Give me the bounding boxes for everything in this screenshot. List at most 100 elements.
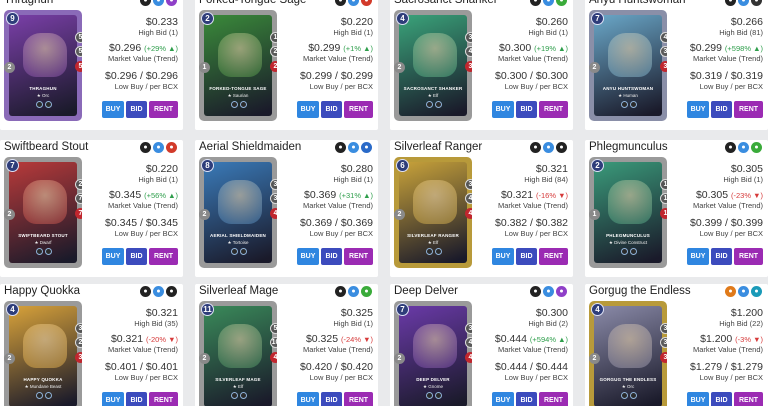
rent-button[interactable]: RENT (539, 392, 568, 406)
neutral-icon: ● (140, 0, 151, 6)
market-card-grid: Thraghun ● ● ● THRAGHUN ★ Orc 9 5 5 5 2 $0… (0, 0, 768, 406)
card-title[interactable]: Aerial Shieldmaiden (199, 141, 301, 153)
buy-button[interactable]: BUY (492, 248, 514, 265)
card-image[interactable]: GORGUG THE ENDLESS ★ Orc 4 3 3 3 2 (589, 301, 667, 406)
market-card[interactable]: Forked-Tongue Sage ● ● ● FORKED-TONGUE SAG… (195, 0, 378, 130)
market-value-label: Market Value (Trend) (497, 54, 568, 63)
bid-button[interactable]: BID (516, 101, 537, 118)
rent-button[interactable]: RENT (344, 248, 373, 265)
card-image[interactable]: SWIFTBEARD STOUT ★ Dwarf 7 2 7 7 2 (4, 157, 82, 268)
market-card[interactable]: Happy Quokka ● ● ● HAPPY QUOKKA ★ Mundane … (0, 284, 183, 406)
buy-button[interactable]: BUY (297, 392, 319, 406)
card-title[interactable]: Gorgug the Endless (589, 285, 691, 297)
market-card[interactable]: Swiftbeard Stout ● ● ● SWIFTBEARD STOUT ★ … (0, 140, 183, 277)
card-title[interactable]: Silverleaf Mage (199, 285, 278, 297)
top-price: $0.220 (145, 163, 178, 175)
card-title[interactable]: Anyu Huntswoman (589, 0, 686, 6)
market-card[interactable]: Sacrosanct Shanker ● ● ● SACROSANCT SHANKE… (390, 0, 573, 130)
market-card[interactable]: Thraghun ● ● ● THRAGHUN ★ Orc 9 5 5 5 2 $0… (0, 0, 183, 130)
bid-button[interactable]: BID (711, 248, 732, 265)
buy-button[interactable]: BUY (102, 392, 124, 406)
market-card[interactable]: Phlegmunculus ● ● ● PHLEGMUNCULUS ★ Divine… (585, 140, 768, 277)
buy-button[interactable]: BUY (687, 248, 709, 265)
card-image[interactable]: SILVERLEAF MAGE ★ Elf 11 5 10 4 2 (199, 301, 277, 406)
card-title[interactable]: Phlegmunculus (589, 141, 668, 153)
bid-button[interactable]: BID (321, 248, 342, 265)
card-title[interactable]: Sacrosanct Shanker (394, 0, 498, 6)
top-price: $1.200 (730, 307, 763, 319)
mana-cost: 7 (591, 12, 604, 25)
rent-button[interactable]: RENT (734, 248, 763, 265)
card-image[interactable]: THRAGHUN ★ Orc 9 5 5 5 2 (4, 10, 82, 121)
market-card[interactable]: Anyu Huntswoman ● ● ● ANYU HUNTSWOMAN ★ Hu… (585, 0, 768, 130)
ability-icon (435, 101, 442, 108)
market-value: $0.299 (+1% ▲) (273, 43, 373, 54)
rent-button[interactable]: RENT (734, 101, 763, 118)
ability-icons (621, 248, 637, 255)
bid-button[interactable]: BID (126, 248, 147, 265)
buy-button[interactable]: BUY (687, 392, 709, 406)
trend-change: (-16% ▼) (535, 191, 568, 200)
neutral-icon: ● (140, 142, 151, 153)
card-image[interactable]: SILVERLEAF RANGER ★ Elf 6 3 4 4 2 (394, 157, 472, 268)
buy-button[interactable]: BUY (492, 392, 514, 406)
trend-change: (-23% ▼) (730, 191, 763, 200)
bid-button[interactable]: BID (516, 248, 537, 265)
market-card[interactable]: Silverleaf Ranger ● ● ● SILVERLEAF RANGER … (390, 140, 573, 277)
card-image[interactable]: SACROSANCT SHANKER ★ Elf 4 3 4 3 2 (394, 10, 472, 121)
rent-button[interactable]: RENT (149, 101, 178, 118)
card-title[interactable]: Silverleaf Ranger (394, 141, 482, 153)
bid-button[interactable]: BID (126, 101, 147, 118)
market-card[interactable]: Silverleaf Mage ● ● ● SILVERLEAF MAGE ★ El… (195, 284, 378, 406)
card-art-title: PHLEGMUNCULUS (606, 233, 650, 238)
buy-button[interactable]: BUY (102, 101, 124, 118)
ability-icons (231, 248, 247, 255)
top-price: $0.280 (340, 163, 373, 175)
card-type-label: Dwarf (39, 240, 52, 245)
market-card[interactable]: Deep Delver ● ● ● DEEP DELVER ★ Gnome 7 3 … (390, 284, 573, 406)
market-card[interactable]: Gorgug the Endless ● ● ● GORGUG THE ENDLES… (585, 284, 768, 406)
buy-button[interactable]: BUY (297, 101, 319, 118)
card-image[interactable]: PHLEGMUNCULUS ★ Divine Construct 2 1 1 1… (589, 157, 667, 268)
buy-button[interactable]: BUY (492, 101, 514, 118)
card-title[interactable]: Happy Quokka (4, 285, 80, 297)
bid-button[interactable]: BID (516, 392, 537, 406)
card-title[interactable]: Forked-Tongue Sage (199, 0, 306, 6)
water-icon: ● (348, 142, 359, 153)
mana-cost: 11 (201, 303, 214, 316)
card-image[interactable]: DEEP DELVER ★ Gnome 7 3 4 4 2 (394, 301, 472, 406)
rent-button[interactable]: RENT (344, 101, 373, 118)
buy-button[interactable]: BUY (102, 248, 124, 265)
card-title[interactable]: Swiftbeard Stout (4, 141, 88, 153)
armor-stat: 2 (589, 353, 600, 364)
death-icon: ● (166, 0, 177, 6)
market-card[interactable]: Aerial Shieldmaiden ● ● ● AERIAL SHIELDMAI… (195, 140, 378, 277)
card-image[interactable]: FORKED-TONGUE SAGE ★ Saurian 2 1 2 2 1 (199, 10, 277, 121)
card-image[interactable]: HAPPY QUOKKA ★ Mundane Beast 4 3 2 3 2 (4, 301, 82, 406)
card-title[interactable]: Deep Delver (394, 285, 458, 297)
rent-button[interactable]: RENT (734, 392, 763, 406)
market-value-label: Market Value (Trend) (497, 201, 568, 210)
rent-button[interactable]: RENT (149, 248, 178, 265)
card-type-label: Elf (238, 384, 244, 389)
card-image[interactable]: AERIAL SHIELDMAIDEN ★ Tortoise 8 3 3 4 2 (199, 157, 277, 268)
ability-icon (45, 392, 52, 399)
water-icon: ● (153, 286, 164, 297)
buy-button[interactable]: BUY (297, 248, 319, 265)
card-title[interactable]: Thraghun (4, 0, 53, 6)
bid-button[interactable]: BID (711, 101, 732, 118)
bid-button[interactable]: BID (711, 392, 732, 406)
rent-button[interactable]: RENT (539, 248, 568, 265)
death-icon: ● (556, 286, 567, 297)
rent-button[interactable]: RENT (344, 392, 373, 406)
bid-button[interactable]: BID (126, 392, 147, 406)
bid-button[interactable]: BID (321, 392, 342, 406)
buy-button[interactable]: BUY (687, 101, 709, 118)
card-art-title: SACROSANCT SHANKER (403, 86, 463, 91)
bid-button[interactable]: BID (321, 101, 342, 118)
card-image[interactable]: ANYU HUNTSWOMAN ★ Human 7 4 3 3 2 (589, 10, 667, 121)
rent-button[interactable]: RENT (539, 101, 568, 118)
rent-button[interactable]: RENT (149, 392, 178, 406)
low-buy-price: $0.319 / $0.319 (690, 70, 763, 82)
low-buy-price: $0.369 / $0.369 (300, 217, 373, 229)
